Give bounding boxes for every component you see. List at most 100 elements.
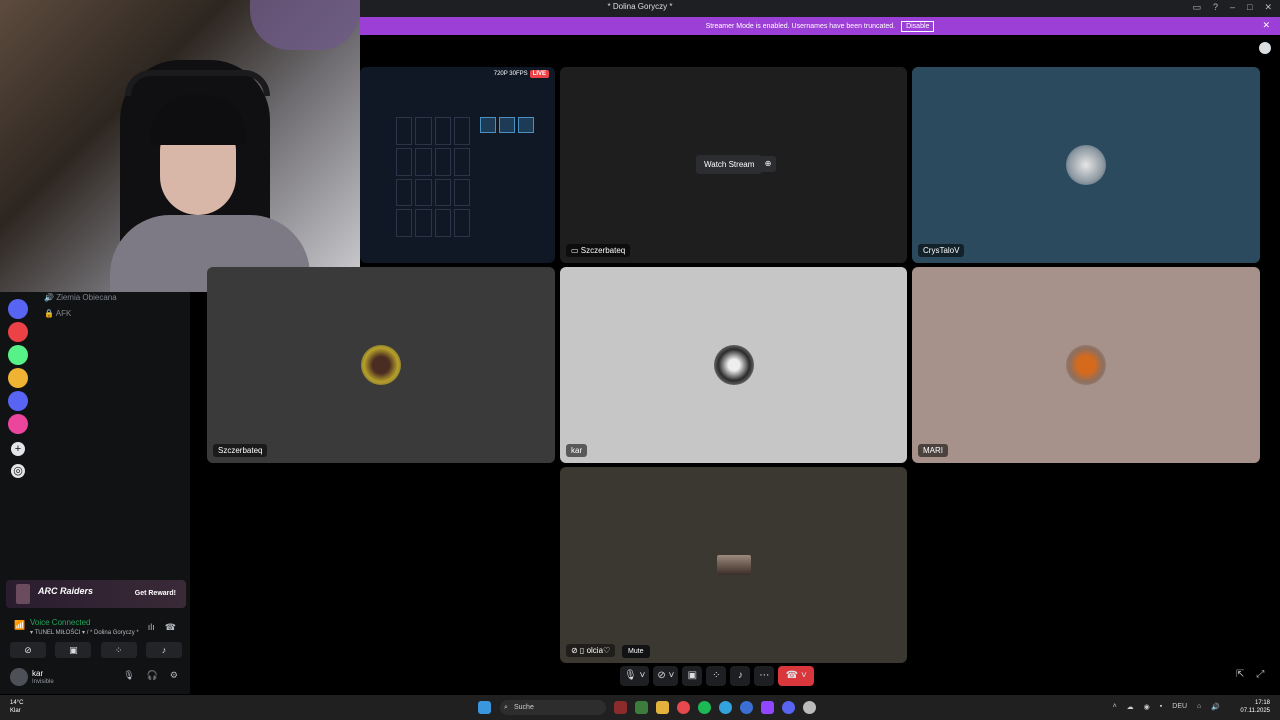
user-status: Invisible [32,679,54,685]
browser-icon[interactable] [719,701,732,714]
banner-message: Streamer Mode is enabled. Usernames have… [705,22,896,30]
headphones-icon[interactable]: 🎧 [147,670,158,681]
app-icon[interactable] [614,701,627,714]
webcam-overlay [0,0,360,292]
screen-share-button[interactable]: ▣ [55,642,92,658]
voice-panel: 📶 Voice Connected ▾ TUNEL MIŁOŚCI ▾ / * … [6,614,186,664]
server-icon[interactable] [8,414,28,434]
avatar [1066,345,1106,385]
disconnect-icon[interactable]: ☎ [165,622,176,633]
stream-tile-watch[interactable]: Watch Stream ⊕ ▭ Szczerbateq [560,67,907,263]
discover-icon[interactable]: ◎ [11,464,25,478]
channel-name: Ziemia Obiecana [56,293,117,302]
start-icon[interactable] [478,701,491,714]
tray-icon[interactable]: ☁ [1127,703,1134,711]
activities-icon[interactable]: ⁘ [706,666,727,686]
promo-banner[interactable]: ARC Raiders Get Reward! [6,580,186,608]
network-icon[interactable]: ⌂ [1197,703,1201,711]
banner-close-icon[interactable]: ✕ [1262,20,1270,31]
tray-icon[interactable]: ▪ [1160,703,1162,711]
voice-buttons: ⊘ ▣ ⁘ ♪ [10,642,182,658]
game-stream-tile[interactable]: 720P 30FPS LIVE [360,67,555,263]
edge-icon[interactable] [740,701,753,714]
maximize-button[interactable]: □ [1247,2,1252,13]
server-icon[interactable] [8,345,28,365]
live-badge: LIVE [529,70,549,78]
server-icon[interactable] [8,322,28,342]
tile-label: kar [566,444,588,457]
popout-window-icon[interactable]: ⇱ [1236,669,1244,680]
tray-chevron-icon[interactable]: ˄ [1113,703,1117,711]
weather-widget[interactable]: 14°C Klar [10,699,23,715]
help-icon[interactable]: ? [1213,2,1218,13]
camera-off-button[interactable]: ⊘ [10,642,46,658]
language-indicator[interactable]: DEU [1172,703,1187,711]
steam-icon[interactable]: ◉ [1144,703,1150,711]
server-icon[interactable] [8,368,28,388]
tile-label: MARI [918,444,948,457]
folder-icon[interactable] [656,701,669,714]
participant-tile[interactable]: Szczerbateq [207,267,555,463]
call-controls: 🎙 ˅ ⊘ ˅ ▣ ⁘ ♪ ⋯ ☎ ˅ [620,665,840,687]
server-icon[interactable] [8,391,28,411]
add-server-icon[interactable]: + [11,442,25,456]
camera-button[interactable]: ⊘ ˅ [653,666,679,686]
taskbar-search[interactable]: ⌕ Suche [500,700,606,715]
chat-bubble-icon[interactable] [1259,42,1271,54]
server-list: + ◎ [6,296,30,486]
channel-item[interactable]: 🔊 Ziemia Obiecana [44,290,117,306]
inbox-icon[interactable]: ▭ [1192,2,1201,13]
twitch-icon[interactable] [761,701,774,714]
voice-location[interactable]: ▾ TUNEL MIŁOŚCI ▾ / * Dolina Goryczy * [30,629,139,636]
avatar [361,345,401,385]
microphone-icon[interactable]: 🎙 [123,670,134,681]
weapon-slots [480,117,534,133]
app-icon[interactable] [635,701,648,714]
taskbar: 14°C Klar ⌕ Suche ˄ ☁ ◉ ▪ DEU ⌂ 🔊 17:18 … [0,695,1280,720]
channel-item[interactable]: 🔒 AFK [44,306,117,322]
participant-tile[interactable]: kar [560,267,907,463]
microphone-button[interactable]: 🎙 ˅ [620,666,650,686]
voice-status[interactable]: Voice Connected [30,618,91,627]
opera-icon[interactable] [677,701,690,714]
user-controls: 🎙 🎧 ⚙ [123,670,178,681]
hang-up-button[interactable]: ☎ ˅ [778,666,815,686]
spotify-icon[interactable] [698,701,711,714]
avatar[interactable] [10,668,28,686]
avatar [1066,145,1106,185]
activities-button[interactable]: ⁘ [100,642,137,658]
obs-icon[interactable] [803,701,816,714]
get-reward-button[interactable]: Get Reward! [135,590,176,597]
soundboard-button[interactable]: ♪ [145,642,182,658]
volume-icon[interactable]: 🔊 [1211,703,1220,711]
discord-icon[interactable] [782,701,795,714]
stream-quality: 720P 30FPS [493,71,528,77]
settings-gear-icon[interactable]: ⚙ [170,670,178,681]
minimize-button[interactable]: – [1230,2,1235,13]
noise-suppression-icon[interactable]: ılı [148,622,155,633]
tile-label: CrysTaloV [918,244,965,257]
disable-streamer-mode-button[interactable]: Disable [901,20,935,32]
popout-icon[interactable]: ⊕ [760,156,776,172]
participant-tile[interactable]: MARI [912,267,1260,463]
inventory-grid [396,117,470,237]
server-icon[interactable] [8,299,28,319]
soundboard-icon[interactable]: ♪ [730,666,751,686]
participant-tile[interactable]: CrysTaloV [912,67,1260,263]
tile-label: ▭ Szczerbateq [566,244,631,257]
avatar [716,555,751,575]
watch-stream-button[interactable]: Watch Stream [696,155,763,174]
weather-condition: Klar [10,708,21,714]
screen-share-icon[interactable]: ▣ [682,666,703,686]
username[interactable]: kar [32,669,43,678]
system-tray: ˄ ☁ ◉ ▪ DEU ⌂ 🔊 [1113,703,1220,711]
more-options-icon[interactable]: ⋯ [754,666,775,686]
close-window-button[interactable]: ✕ [1264,2,1272,13]
fullscreen-icon[interactable]: ⤢ [1256,669,1264,680]
streamer-mode-banner: Streamer Mode is enabled. Usernames have… [360,17,1280,35]
participant-tile[interactable]: ⊘ ▯ olcia♡ Mute [560,467,907,663]
taskbar-apps [478,701,491,714]
time: 17:18 [1254,700,1270,706]
signal-icon[interactable]: 📶 [14,620,25,631]
clock[interactable]: 17:18 07.11.2025 [1240,699,1270,715]
